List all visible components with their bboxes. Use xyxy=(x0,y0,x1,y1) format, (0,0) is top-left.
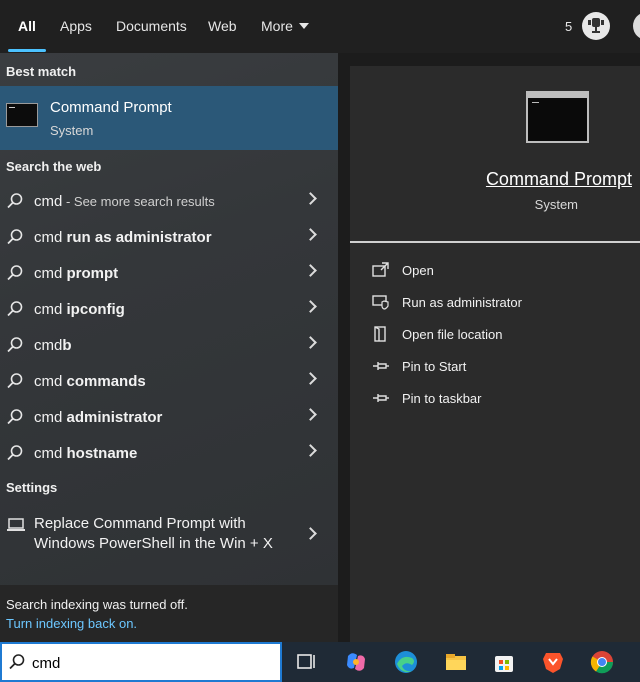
web-search-result-label: cmd commands xyxy=(34,373,146,390)
chevron-right-icon xyxy=(304,228,317,241)
chevron-right-icon xyxy=(304,300,317,313)
turn-indexing-on-link[interactable]: Turn indexing back on. xyxy=(6,616,137,631)
web-search-result-label: cmdb xyxy=(34,337,72,354)
settings-result-label: Replace Command Prompt with Windows Powe… xyxy=(34,515,273,552)
search-icon xyxy=(7,193,23,209)
copilot-icon[interactable] xyxy=(342,648,370,676)
task-view-icon[interactable] xyxy=(292,648,320,676)
settings-result-item[interactable]: Replace Command Prompt with Windows Powe… xyxy=(0,509,338,559)
chevron-right-icon xyxy=(304,408,317,421)
web-search-result-label: cmd hostname xyxy=(34,445,138,462)
indexing-notice: Search indexing was turned off. Turn ind… xyxy=(0,585,338,642)
trophy-icon[interactable] xyxy=(582,12,610,40)
edge-icon[interactable] xyxy=(392,648,420,676)
search-icon xyxy=(7,445,23,461)
search-icon xyxy=(7,265,23,281)
file-location-icon xyxy=(372,326,390,347)
tab-more[interactable]: More xyxy=(261,18,309,34)
web-search-result[interactable]: cmdb xyxy=(0,327,338,363)
indexing-notice-text: Search indexing was turned off. xyxy=(6,597,188,612)
tab-all[interactable]: All xyxy=(18,18,36,34)
action-label: Open xyxy=(402,263,434,278)
search-icon xyxy=(9,654,25,670)
terminal-icon xyxy=(6,103,38,127)
web-search-result[interactable]: cmd run as administrator xyxy=(0,219,338,255)
brave-icon[interactable] xyxy=(539,648,567,676)
web-search-result-label: cmd run as administrator xyxy=(34,229,212,246)
best-match-subtitle: System xyxy=(50,123,94,138)
chevron-right-icon xyxy=(304,444,317,457)
web-search-result-label: cmd ipconfig xyxy=(34,301,125,318)
active-tab-indicator xyxy=(8,49,46,52)
search-icon xyxy=(7,301,23,317)
chrome-icon[interactable] xyxy=(588,648,616,676)
best-match-item[interactable]: Command Prompt System xyxy=(0,86,338,150)
search-icon xyxy=(7,229,23,245)
action-label: Run as administrator xyxy=(402,295,522,310)
open-icon xyxy=(372,262,390,283)
preview-app-title[interactable]: Command Prompt xyxy=(350,169,640,190)
action-label: Pin to Start xyxy=(402,359,467,374)
tab-web[interactable]: Web xyxy=(208,18,237,34)
shield-icon xyxy=(372,294,390,315)
divider xyxy=(350,241,640,243)
search-web-heading: Search the web xyxy=(6,159,102,174)
search-icon xyxy=(7,373,23,389)
best-match-heading: Best match xyxy=(6,64,77,79)
web-search-result[interactable]: cmd hostname xyxy=(0,435,338,471)
chevron-right-icon xyxy=(304,264,317,277)
search-box[interactable] xyxy=(0,642,282,682)
pin-icon xyxy=(372,390,390,411)
preview-app-subtitle: System xyxy=(534,197,578,212)
tab-more-label: More xyxy=(261,18,293,34)
chevron-right-icon xyxy=(304,372,317,385)
web-search-result-label: cmd administrator xyxy=(34,409,163,426)
chevron-right-icon xyxy=(304,336,317,349)
chevron-down-icon xyxy=(298,23,309,29)
action-label: Pin to taskbar xyxy=(402,391,482,406)
preview-panel: Command Prompt System Open Run as adminis… xyxy=(350,66,640,642)
best-match-title: Command Prompt xyxy=(50,99,172,116)
store-icon[interactable] xyxy=(490,648,518,676)
web-search-result-label: cmd - See more search results xyxy=(34,193,215,210)
file-explorer-icon[interactable] xyxy=(442,648,470,676)
chevron-right-icon xyxy=(304,527,317,540)
web-search-result[interactable]: cmd - See more search results xyxy=(0,183,338,219)
laptop-icon xyxy=(7,518,25,531)
settings-heading: Settings xyxy=(6,480,58,495)
chevron-right-icon xyxy=(304,192,317,205)
search-icon xyxy=(7,409,23,425)
profile-avatar[interactable] xyxy=(633,12,640,40)
search-icon xyxy=(7,337,23,353)
results-panel: Best match Command Prompt System Search … xyxy=(0,53,338,585)
search-input[interactable] xyxy=(32,652,272,674)
pin-icon xyxy=(372,358,390,379)
web-search-result[interactable]: cmd ipconfig xyxy=(0,291,338,327)
tab-apps[interactable]: Apps xyxy=(60,18,92,34)
web-search-result[interactable]: cmd administrator xyxy=(0,399,338,435)
rewards-points: 5 xyxy=(565,19,573,34)
action-label: Open file location xyxy=(402,327,503,342)
top-tab-bar: All Apps Documents Web More 5 xyxy=(0,0,640,53)
web-search-result[interactable]: cmd prompt xyxy=(0,255,338,291)
tab-documents[interactable]: Documents xyxy=(116,18,187,34)
web-search-result-label: cmd prompt xyxy=(34,265,119,282)
terminal-icon xyxy=(526,91,589,143)
web-search-result[interactable]: cmd commands xyxy=(0,363,338,399)
